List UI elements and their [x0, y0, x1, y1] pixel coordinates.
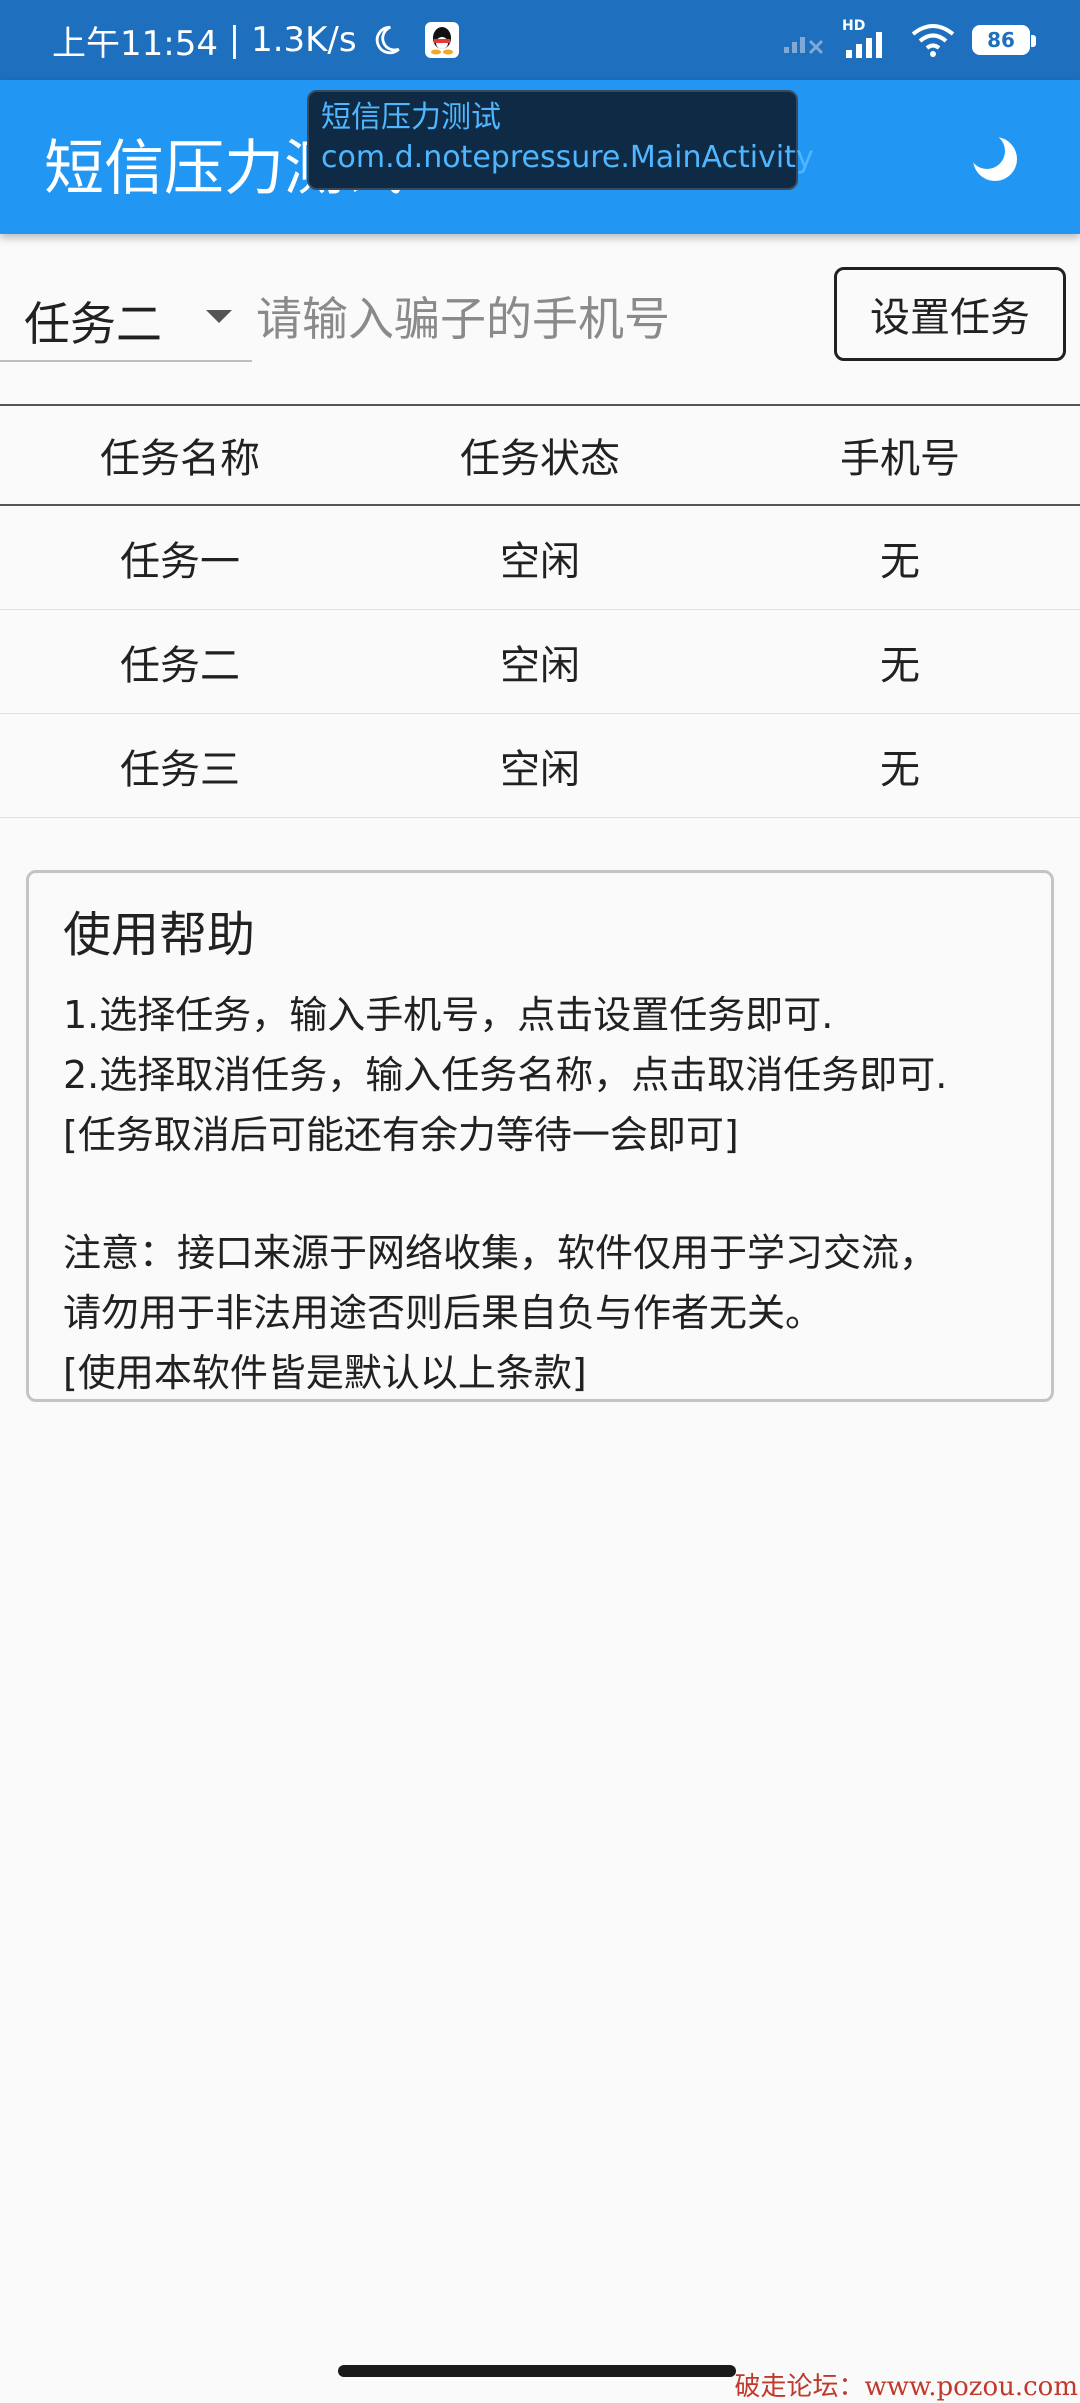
cell-task-name: 任务一 — [120, 538, 240, 585]
watermark: 破走论坛：www.pozou.com — [734, 2372, 1078, 2402]
do-not-disturb-moon-icon — [375, 25, 400, 55]
cell-task-status: 空闲 — [500, 538, 580, 585]
help-line: 请勿用于非法用途否则后果自负与作者无关。 — [63, 1291, 824, 1335]
moon-icon — [969, 133, 1017, 181]
header-task-name: 任务名称 — [100, 436, 260, 482]
gesture-navigation-handle[interactable] — [338, 2365, 736, 2377]
table-row: 任务三 空闲 无 — [0, 714, 1080, 818]
help-line: 注意：接口来源于网络收集，软件仅用于学习交流， — [63, 1231, 938, 1275]
help-card: 使用帮助 1.选择任务，输入手机号，点击设置任务即可. 2.选择取消任务，输入任… — [26, 870, 1054, 1402]
table-header: 任务名称 任务状态 手机号 — [0, 404, 1080, 506]
activity-info-overlay: 短信压力测试 com.d.notepressure.MainActivity — [307, 90, 814, 190]
dark-mode-toggle-button[interactable] — [960, 124, 1030, 194]
status-separator: | — [217, 20, 252, 60]
help-spacer — [63, 1165, 1017, 1223]
cell-task-name: 任务二 — [120, 642, 240, 689]
help-line: 2.选择取消任务，输入任务名称，点击取消任务即可. — [63, 1053, 948, 1097]
cell-task-status: 空闲 — [500, 746, 580, 793]
cell-phone: 无 — [880, 642, 920, 689]
help-title: 使用帮助 — [63, 907, 256, 963]
task-table: 任务名称 任务状态 手机号 任务一 空闲 无 任务二 空闲 无 任务三 空闲 无 — [0, 404, 1080, 818]
status-bar: 上午11:54 | 1.3K/s HD 86 — [0, 0, 1080, 80]
qq-notification-icon — [424, 22, 459, 58]
overlay-app-name: 短信压力测试 — [321, 100, 501, 135]
header-phone: 手机号 — [840, 436, 960, 482]
phone-number-input[interactable] — [254, 278, 828, 360]
task-select-value: 任务二 — [24, 297, 162, 351]
cellular-signal-weak-icon — [784, 37, 824, 55]
header-task-status: 任务状态 — [460, 436, 620, 482]
cell-phone: 无 — [880, 538, 920, 585]
status-left: 上午11:54 | 1.3K/s — [52, 0, 459, 80]
overlay-activity-name: com.d.notepressure.MainActivity — [321, 140, 814, 175]
help-line: [使用本软件皆是默认以上条款] — [63, 1351, 587, 1395]
table-row: 任务二 空闲 无 — [0, 610, 1080, 714]
cell-phone: 无 — [880, 746, 920, 793]
help-line: 1.选择任务，输入手机号，点击设置任务即可. — [63, 993, 834, 1037]
task-select-dropdown[interactable]: 任务二 — [0, 270, 252, 362]
dropdown-caret-icon — [206, 310, 232, 323]
cell-task-status: 空闲 — [500, 642, 580, 689]
battery-icon: 86 — [972, 25, 1036, 55]
set-task-button[interactable]: 设置任务 — [834, 267, 1066, 361]
cell-task-name: 任务三 — [120, 746, 240, 793]
help-line: [任务取消后可能还有余力等待一会即可] — [63, 1113, 739, 1157]
status-net-speed: 1.3K/s — [251, 20, 357, 60]
cellular-signal-hd-icon: HD — [842, 18, 894, 60]
table-row: 任务一 空闲 无 — [0, 506, 1080, 610]
status-time: 上午11:54 — [52, 23, 218, 64]
status-right: HD 86 — [782, 0, 1036, 80]
wifi-icon — [911, 24, 955, 57]
